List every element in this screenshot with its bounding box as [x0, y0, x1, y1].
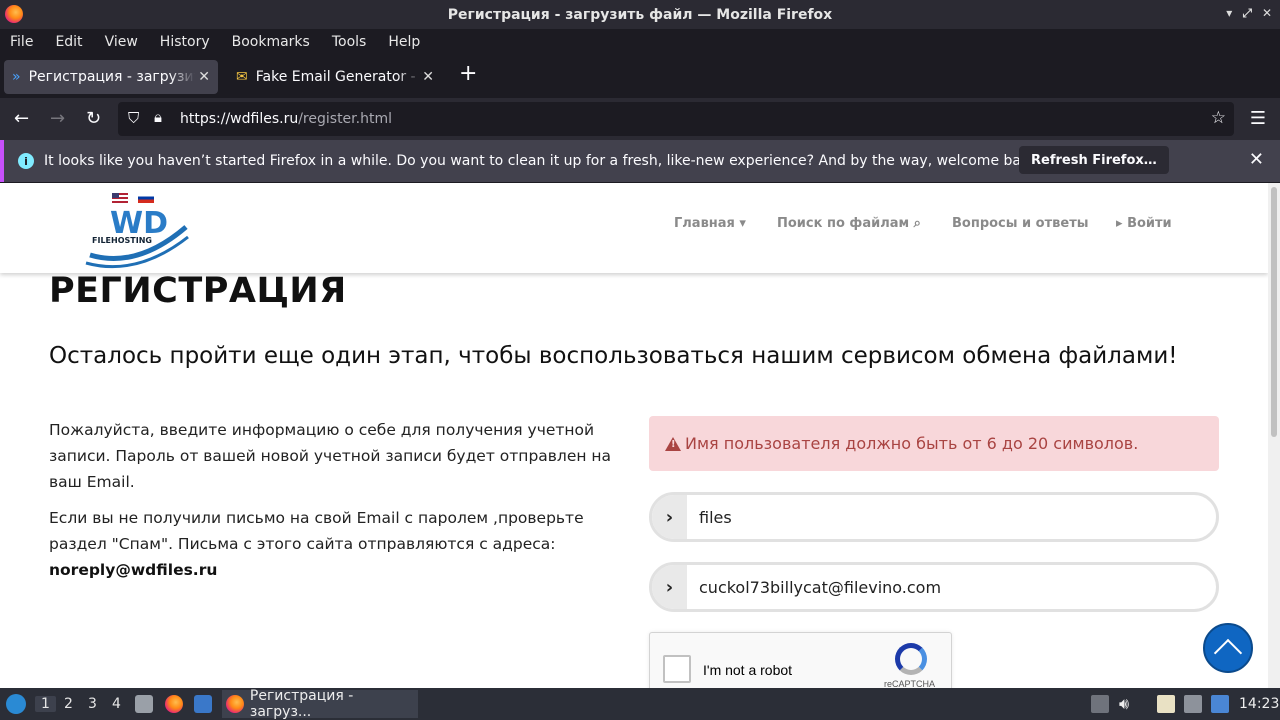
- close-tab-icon[interactable]: ✕: [422, 69, 434, 85]
- tab-registration[interactable]: » Регистрация - загрузить файл ✕: [4, 60, 218, 94]
- recaptcha-brand: reCAPTCHA: [884, 679, 936, 688]
- menu-file[interactable]: File: [10, 34, 33, 50]
- wdfiles-favicon-icon: »: [12, 69, 21, 85]
- notification-bar: i It looks like you haven’t started Fire…: [0, 140, 1280, 182]
- nav-search[interactable]: Поиск по файлам ⌕: [777, 216, 921, 231]
- tab-label: Регистрация - загрузить файл: [28, 69, 195, 85]
- chevron-right-icon: ›: [652, 565, 687, 609]
- menu-view[interactable]: View: [105, 34, 138, 50]
- menu-tools[interactable]: Tools: [332, 34, 367, 50]
- minimize-icon[interactable]: ▾: [1226, 6, 1232, 21]
- page-scrollbar[interactable]: [1268, 183, 1280, 688]
- tab-label: Fake Email Generator - temp mail: [255, 69, 422, 85]
- wd-logo[interactable]: WD FILEHOSTING: [82, 191, 192, 271]
- desktop-icon[interactable]: [194, 695, 212, 713]
- page-subtitle: Осталось пройти еще один этап, чтобы вос…: [49, 343, 1178, 369]
- error-alert: Имя пользователя должно быть от 6 до 20 …: [649, 416, 1219, 471]
- notification-tray-icon[interactable]: [1211, 695, 1229, 713]
- network-icon[interactable]: [1184, 695, 1202, 713]
- window-titlebar: Регистрация - загрузить файл — Mozilla F…: [0, 0, 1280, 29]
- nav-home[interactable]: Главная ▾: [674, 216, 746, 231]
- close-tab-icon[interactable]: ✕: [198, 69, 210, 85]
- username-value[interactable]: files: [699, 508, 732, 527]
- notification-message: It looks like you haven’t started Firefo…: [44, 153, 1043, 169]
- workspace-4[interactable]: 4: [112, 696, 121, 712]
- sender-email: noreply@wdfiles.ru: [49, 561, 218, 579]
- taskbar-window-label: Регистрация - загруз...: [249, 688, 354, 720]
- tab-fake-email[interactable]: ✉ Fake Email Generator - temp mail ✕: [228, 60, 442, 94]
- chevron-right-icon: ›: [652, 495, 687, 539]
- scroll-to-top-button[interactable]: [1203, 623, 1253, 673]
- window-title: Регистрация - загрузить файл — Mozilla F…: [447, 6, 833, 23]
- username-field[interactable]: › files: [649, 492, 1219, 542]
- scrollbar-thumb[interactable]: [1271, 187, 1277, 437]
- search-icon: ⌕: [913, 216, 921, 231]
- volume-icon[interactable]: 🔊︎: [1119, 694, 1129, 714]
- file-manager-icon[interactable]: [135, 695, 153, 713]
- email-field[interactable]: › cuckol73billycat@filevino.com: [649, 562, 1219, 612]
- shield-icon[interactable]: ⛉: [128, 109, 139, 127]
- clipboard-icon[interactable]: [1157, 695, 1175, 713]
- clock: 14:23: [1239, 696, 1280, 712]
- nav-login[interactable]: ▸ Войти: [1116, 216, 1172, 231]
- tab-bar: » Регистрация - загрузить файл ✕ ✉ Fake …: [0, 56, 1280, 98]
- info-icon: i: [18, 153, 34, 169]
- workspace-2[interactable]: 2: [64, 696, 73, 712]
- spam-paragraph: Если вы не получили письмо на свой Email…: [49, 509, 584, 579]
- firefox-icon: [226, 695, 244, 713]
- start-menu-icon[interactable]: [6, 694, 26, 714]
- warning-icon: [665, 436, 681, 451]
- svg-text:FILEHOSTING: FILEHOSTING: [92, 236, 152, 245]
- workspace-1[interactable]: 1: [35, 696, 56, 712]
- recaptcha-logo-icon: [895, 643, 927, 675]
- tray-updates-icon[interactable]: [1091, 695, 1109, 713]
- navigation-toolbar: ← → ↻ ⛉ 🔒︎ https://wdfiles.ru/register.h…: [0, 98, 1280, 140]
- firefox-launcher-icon[interactable]: [165, 695, 183, 713]
- lock-icon[interactable]: 🔒︎: [154, 108, 162, 126]
- workspace-3[interactable]: 3: [88, 696, 97, 712]
- taskbar: 1 2 3 4 Регистрация - загруз... 🔊︎ 14:23: [0, 688, 1280, 720]
- back-arrow-icon[interactable]: ←: [14, 108, 29, 129]
- menu-edit[interactable]: Edit: [55, 34, 82, 50]
- menu-help[interactable]: Help: [388, 34, 420, 50]
- page-content: WD FILEHOSTING Главная ▾ Поиск по файлам…: [0, 183, 1268, 688]
- url-text[interactable]: https://wdfiles.ru/register.html: [180, 111, 392, 127]
- site-header: WD FILEHOSTING Главная ▾ Поиск по файлам…: [0, 183, 1268, 273]
- reload-icon[interactable]: ↻: [86, 108, 101, 129]
- recaptcha-checkbox[interactable]: [663, 655, 691, 683]
- menu-bar: File Edit View History Bookmarks Tools H…: [0, 29, 1280, 54]
- alert-text: Имя пользователя должно быть от 6 до 20 …: [685, 434, 1139, 453]
- maximize-icon[interactable]: ⤢: [1242, 6, 1252, 21]
- new-tab-button[interactable]: +: [459, 63, 477, 85]
- url-bar[interactable]: ⛉ 🔒︎ https://wdfiles.ru/register.html ☆: [118, 102, 1234, 136]
- page-title: РЕГИСТРАЦИЯ: [49, 271, 347, 311]
- firefox-logo-icon: [5, 5, 23, 23]
- caret-right-icon: ▸: [1116, 216, 1123, 231]
- menu-hamburger-icon[interactable]: ☰: [1250, 108, 1266, 129]
- recaptcha-label: I'm not a robot: [703, 662, 793, 678]
- recaptcha-widget: I'm not a robot reCAPTCHA: [649, 632, 952, 688]
- taskbar-firefox-window[interactable]: Регистрация - загруз...: [222, 688, 418, 720]
- bookmark-star-icon[interactable]: ☆: [1211, 108, 1226, 128]
- forward-arrow-icon[interactable]: →: [50, 108, 65, 129]
- close-window-icon[interactable]: ✕: [1262, 6, 1272, 21]
- refresh-firefox-button[interactable]: Refresh Firefox…: [1019, 146, 1169, 174]
- close-notification-icon[interactable]: ✕: [1249, 149, 1264, 170]
- menu-bookmarks[interactable]: Bookmarks: [232, 34, 310, 50]
- envelope-favicon-icon: ✉: [236, 69, 248, 85]
- menu-history[interactable]: History: [160, 34, 210, 50]
- window-controls: ▾ ⤢ ✕: [1226, 6, 1272, 21]
- email-value[interactable]: cuckol73billycat@filevino.com: [699, 578, 941, 597]
- info-paragraph: Пожалуйста, введите информацию о себе дл…: [49, 421, 612, 491]
- nav-faq[interactable]: Вопросы и ответы: [952, 216, 1088, 231]
